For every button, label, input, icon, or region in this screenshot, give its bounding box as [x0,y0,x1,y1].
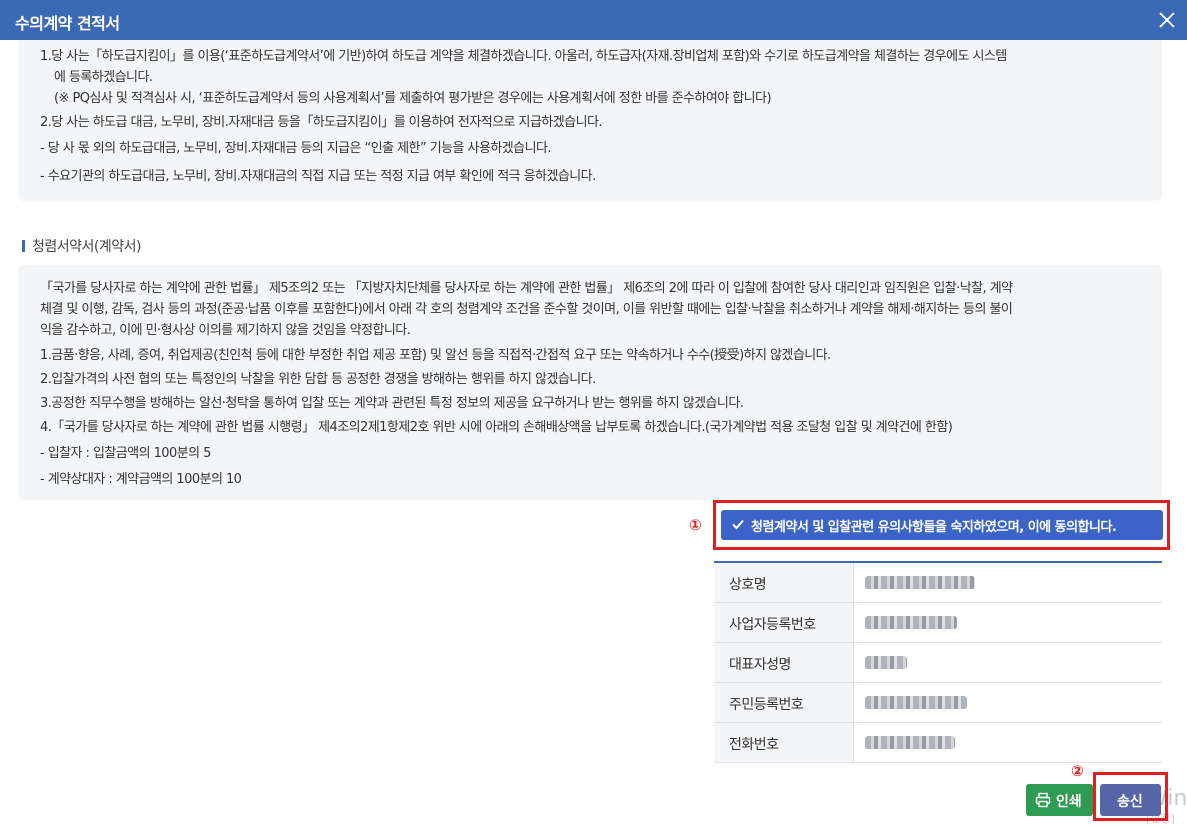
row-value [855,563,1162,602]
print-button-label: 인쇄 [1056,794,1082,810]
subcontract-pledge-panel: 1.당 사는「하도급지킴이」를 이용(‘표준하도급계약서’에 기반)하여 하도급… [18,40,1162,201]
table-row: 대표자성명 [714,643,1162,683]
row-header: 주민등록번호 [714,683,854,722]
window-titlebar: 수의계약 견적서 [0,0,1187,40]
row-label: 상호명 [729,577,767,593]
row-label: 주민등록번호 [729,697,804,713]
window-title: 수의계약 견적서 [15,14,120,33]
redacted-value [865,656,907,669]
integrity-line: - 계약상대자 : 계약금액의 100분의 10 [40,472,242,487]
step-marker-2: ② [1071,762,1084,780]
redacted-value [865,736,955,749]
redacted-value [865,576,975,589]
pledge-line: 에 등록하겠습니다. [54,70,153,85]
row-label: 대표자성명 [729,657,791,673]
integrity-line: 4.「국가를 당사자로 하는 계약에 관한 법률 시행령」 제4조의2제1항제2… [40,420,953,435]
row-header: 상호명 [714,563,854,602]
step-marker-1: ① [689,516,702,534]
highlight-box-send [1093,772,1168,821]
section-bar [22,240,25,252]
integrity-line: 3.공정한 직무수행을 방해하는 알선·청탁을 통하여 입찰 또는 계약과 관련… [40,396,744,411]
check-icon [731,517,745,531]
row-value [855,723,1162,762]
integrity-line: 체결 및 이행, 감독, 검사 등의 과정(준공·납품 이후를 포함한다)에서 … [40,302,1013,317]
integrity-line: 2.입찰가격의 사전 협의 또는 특정인의 낙찰을 위한 담합 등 공정한 경쟁… [40,372,596,387]
row-label: 전화번호 [729,737,779,753]
row-value [855,643,1162,682]
section-title: 청렴서약서(계약서) [32,239,141,255]
integrity-line: 1.금품·향응, 사례, 증여, 취업제공(친인척 등에 대한 부정한 취업 제… [40,348,831,363]
integrity-pledge-panel: 「국가를 당사자로 하는 계약에 관한 법률」 제5조의2 또는 「지방자치단체… [18,265,1162,500]
integrity-line: 「국가를 당사자로 하는 계약에 관한 법률」 제5조의2 또는 「지방자치단체… [40,281,1013,296]
row-header: 사업자등록번호 [714,603,854,642]
close-icon[interactable] [1155,8,1179,32]
agree-button-label: 청렴계약서 및 입찰관련 유의사항들을 숙지하였으며, 이에 동의합니다. [751,520,1117,535]
printer-icon [1035,792,1051,808]
table-row: 주민등록번호 [714,683,1162,723]
pledge-line: - 당 사 몫 외의 하도급대금, 노무비, 장비.자재대금 등의 지급은 “인… [40,141,552,156]
row-header: 대표자성명 [714,643,854,682]
row-value [855,603,1162,642]
pledge-line: - 수요기관의 하도급대금, 노무비, 장비.자재대금의 직접 지급 또는 적정… [40,169,596,184]
integrity-line: 익을 감수하고, 이에 민·형사상 이의를 제기하지 않을 것임을 약정합니다. [40,323,411,338]
table-row: 사업자등록번호 [714,603,1162,643]
integrity-line: - 입찰자 : 입찰금액의 100분의 5 [40,446,211,461]
pledge-line: 1.당 사는「하도급지킴이」를 이용(‘표준하도급계약서’에 기반)하여 하도급… [40,49,1007,64]
table-row: 전화번호 [714,723,1162,763]
print-button[interactable]: 인쇄 [1026,784,1093,816]
agree-button[interactable]: 청렴계약서 및 입찰관련 유의사항들을 숙지하였으며, 이에 동의합니다. [721,510,1163,540]
company-info-table: 상호명 사업자등록번호 대표자성명 주민등록번호 전화번호 [714,561,1162,763]
redacted-value [865,616,957,629]
row-header: 전화번호 [714,723,854,762]
row-label: 사업자등록번호 [729,617,816,633]
table-row: 상호명 [714,563,1162,603]
pledge-line: 2.당 사는 하도급 대금, 노무비, 장비.자재대금 등을「하도급지킴이」를 … [40,115,603,130]
pledge-line: (※ PQ심사 및 적격심사 시, ‘표준하도급계약서 등의 사용계획서’를 제… [54,91,772,106]
row-value [855,683,1162,722]
redacted-value [865,696,967,709]
